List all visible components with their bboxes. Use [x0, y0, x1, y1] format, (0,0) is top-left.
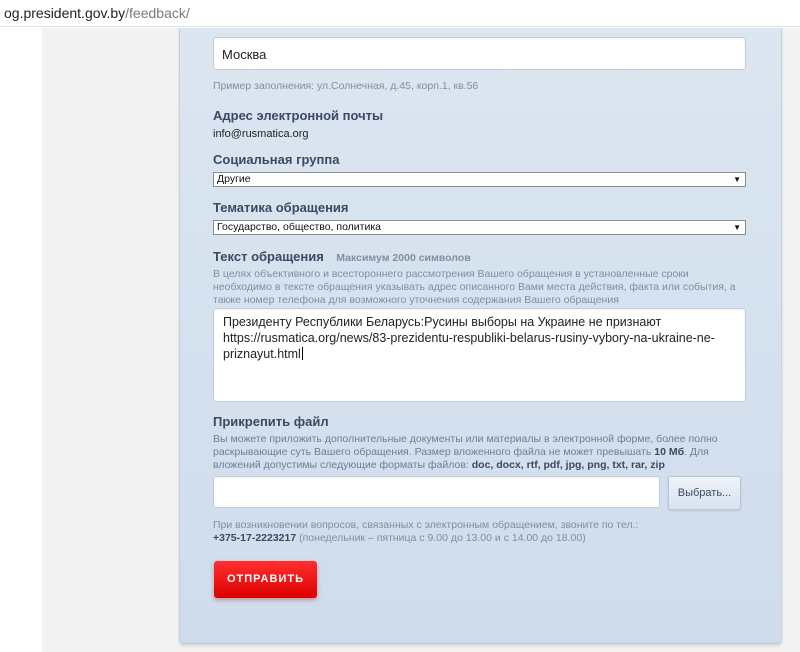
attach-hint-line: Вы можете приложить дополнительные докум… [213, 433, 718, 445]
message-line: priznayut.html [223, 346, 715, 362]
social-group-selected: Другие [217, 173, 251, 185]
url-host: og.president.gov.by [4, 5, 126, 21]
message-textarea[interactable]: Президенту Республики Беларусь:Русины вы… [213, 308, 746, 402]
attach-hint-text: . Для [684, 446, 709, 458]
attach-hint-line: вложений допустимы следующие форматы фай… [213, 459, 718, 472]
address-input-value: Москва [222, 47, 267, 62]
contact-phone: +375-17-2223217 [213, 532, 297, 544]
message-label: Текст обращения [213, 249, 324, 264]
attach-hint-text: раскрывающие суть Вашего обращения. Разм… [213, 446, 655, 458]
social-group-label: Социальная группа [213, 152, 340, 167]
contact-hours: (понедельник – пятница с 9.00 до 13.00 и… [296, 532, 586, 544]
message-hint: В целях объективного и всестороннего рас… [213, 268, 736, 307]
topic-select[interactable]: Государство, общество, политика ▼ [213, 220, 746, 235]
url-path: /feedback/ [125, 5, 190, 21]
submit-button[interactable]: ОТПРАВИТЬ [214, 561, 317, 598]
text-cursor [301, 347, 303, 360]
contact-line: При возникновении вопросов, связанных с … [213, 519, 639, 531]
message-line-text: priznayut.html [223, 347, 301, 361]
message-hint-line: также номер телефона для возможного уточ… [213, 294, 619, 306]
file-path-input[interactable] [213, 476, 660, 508]
attach-formats: doc, docx, rtf, pdf, jpg, png, txt, rar,… [471, 459, 665, 471]
attach-hint-text: вложений допустимы следующие форматы фай… [213, 459, 472, 471]
social-group-select[interactable]: Другие ▼ [213, 172, 746, 187]
message-label-row: Текст обращения Максимум 2000 символов [213, 248, 471, 266]
address-input[interactable]: Москва [213, 37, 746, 70]
message-text: Президенту Республики Беларусь:Русины вы… [223, 314, 715, 362]
attach-max-size: 10 Мб [654, 446, 685, 458]
attach-hint-line: раскрывающие суть Вашего обращения. Разм… [213, 446, 718, 459]
dropdown-arrow-icon: ▼ [733, 223, 741, 232]
message-hint-line: необходимо в тексте обращения указывать … [213, 281, 736, 293]
url-text[interactable]: og.president.gov.by/feedback/ [4, 5, 190, 21]
email-value: info@rusmatica.org [213, 128, 309, 140]
message-hint-line: В целях объективного и всестороннего рас… [213, 268, 689, 280]
message-max-note: Максимум 2000 символов [336, 252, 471, 264]
attach-label: Прикрепить файл [213, 414, 329, 429]
browser-url-bar[interactable]: og.president.gov.by/feedback/ [0, 0, 800, 27]
message-line: Президенту Республики Беларусь:Русины вы… [223, 315, 662, 329]
email-label: Адрес электронной почты [213, 108, 384, 123]
contact-info: При возникновении вопросов, связанных с … [213, 519, 638, 545]
topic-selected: Государство, общество, политика [217, 221, 382, 233]
message-line: https://rusmatica.org/news/83-prezidentu… [223, 331, 715, 345]
address-hint: Пример заполнения: ул.Солнечная, д.45, к… [213, 80, 479, 92]
choose-file-button[interactable]: Выбрать... [668, 476, 741, 510]
dropdown-arrow-icon: ▼ [733, 175, 741, 184]
topic-label: Тематика обращения [213, 200, 349, 215]
contact-line: +375-17-2223217 (понедельник – пятница с… [213, 532, 638, 545]
attach-hint: Вы можете приложить дополнительные докум… [213, 433, 718, 472]
